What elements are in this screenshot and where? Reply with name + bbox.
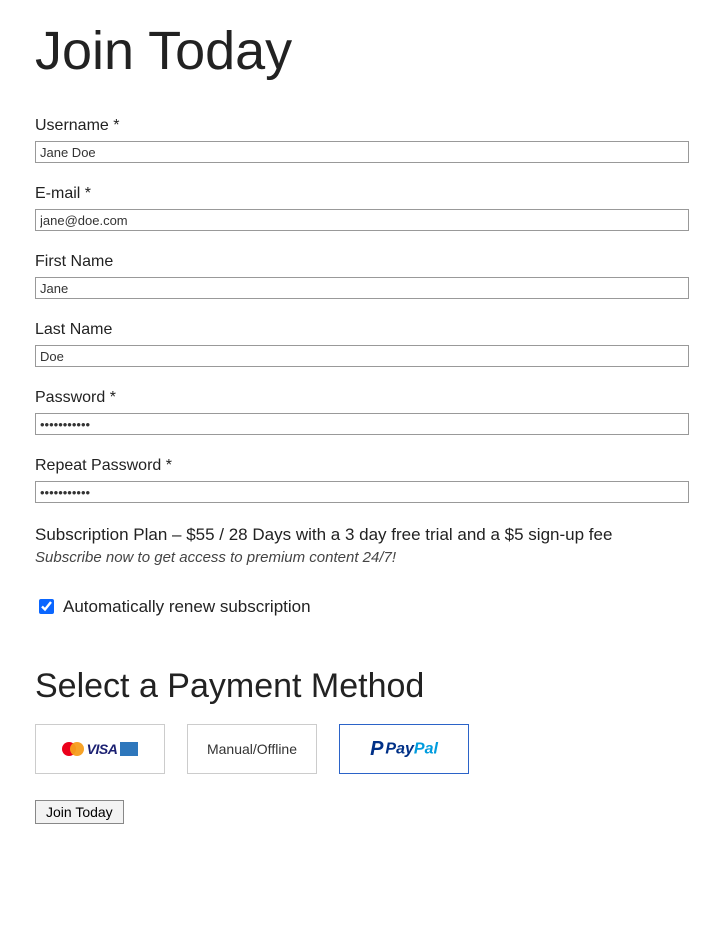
first-name-input[interactable] xyxy=(35,277,689,299)
page-title: Join Today xyxy=(35,20,689,82)
mastercard-icon xyxy=(62,742,84,756)
first-name-field: First Name xyxy=(35,253,689,299)
paypal-icon: PPayPal xyxy=(370,738,438,761)
manual-offline-label: Manual/Offline xyxy=(207,741,297,757)
autorenew-checkbox[interactable] xyxy=(39,599,54,614)
subscription-plan-note: Subscribe now to get access to premium c… xyxy=(35,549,689,566)
repeat-password-label: Repeat Password * xyxy=(35,457,689,475)
username-input[interactable] xyxy=(35,141,689,163)
autorenew-label: Automatically renew subscription xyxy=(63,597,311,617)
payment-method-paypal[interactable]: PPayPal xyxy=(339,724,469,774)
payment-method-cards[interactable]: VISA xyxy=(35,724,165,774)
subscription-plan-text: Subscription Plan – $55 / 28 Days with a… xyxy=(35,525,689,545)
email-field: E-mail * xyxy=(35,185,689,231)
username-field: Username * xyxy=(35,117,689,163)
repeat-password-field: Repeat Password * xyxy=(35,457,689,503)
email-input[interactable] xyxy=(35,209,689,231)
amex-icon xyxy=(120,742,138,756)
username-label: Username * xyxy=(35,117,689,135)
password-label: Password * xyxy=(35,389,689,407)
email-label: E-mail * xyxy=(35,185,689,203)
password-input[interactable] xyxy=(35,413,689,435)
payment-methods: VISA Manual/Offline PPayPal xyxy=(35,724,689,774)
last-name-field: Last Name xyxy=(35,321,689,367)
last-name-label: Last Name xyxy=(35,321,689,339)
first-name-label: First Name xyxy=(35,253,689,271)
payment-method-manual[interactable]: Manual/Offline xyxy=(187,724,317,774)
payment-section-title: Select a Payment Method xyxy=(35,667,689,706)
join-today-button[interactable]: Join Today xyxy=(35,800,124,824)
password-field: Password * xyxy=(35,389,689,435)
repeat-password-input[interactable] xyxy=(35,481,689,503)
visa-icon: VISA xyxy=(87,741,118,757)
last-name-input[interactable] xyxy=(35,345,689,367)
autorenew-row: Automatically renew subscription xyxy=(35,596,689,617)
